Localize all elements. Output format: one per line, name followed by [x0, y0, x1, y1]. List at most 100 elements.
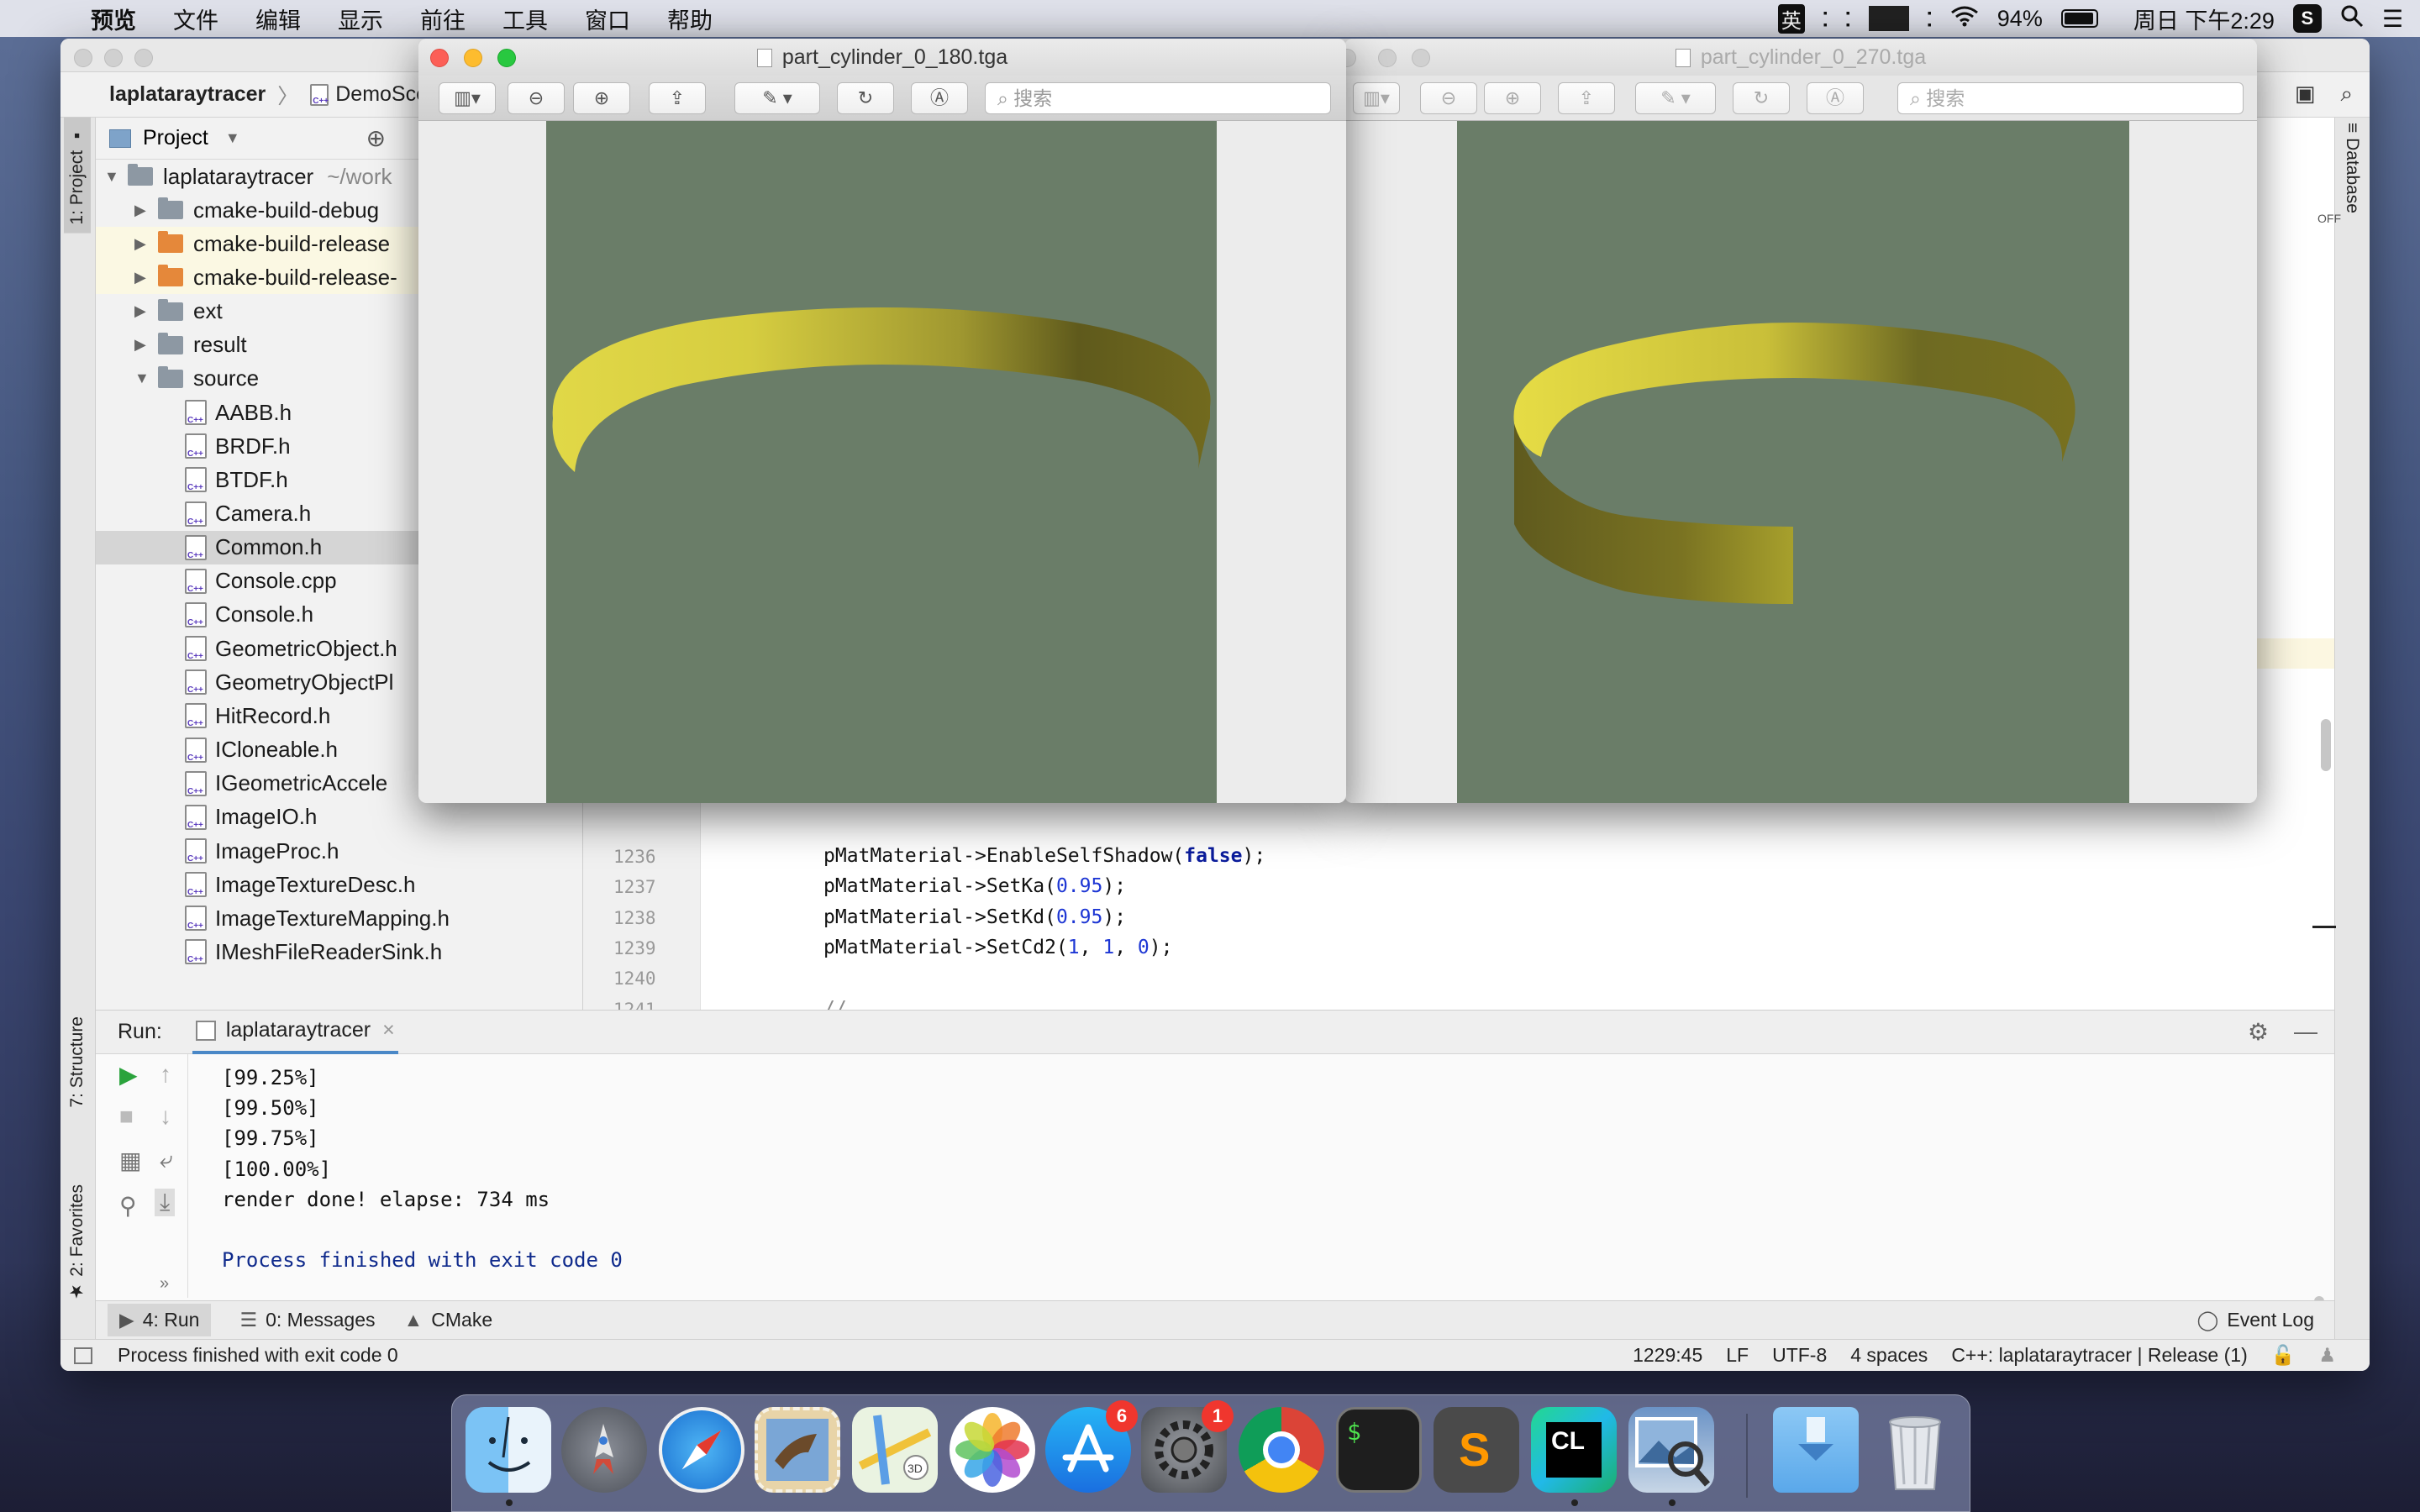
- code-line[interactable]: pMatMaterial->SetKd(0.95);: [823, 906, 1126, 928]
- menu-extra-black-icon[interactable]: [1868, 6, 1909, 31]
- share-icon[interactable]: ⇪: [1558, 82, 1615, 114]
- collapsed-arrow-icon[interactable]: ▶: [134, 302, 150, 320]
- menu-file[interactable]: 文件: [173, 3, 218, 35]
- pin-icon[interactable]: ⚲: [119, 1192, 137, 1220]
- launchpad-icon[interactable]: [561, 1407, 647, 1493]
- scroll-to-end-icon[interactable]: ⤓: [155, 1189, 176, 1216]
- hide-panel-icon[interactable]: —: [2294, 1018, 2317, 1046]
- rotate-icon[interactable]: ↻: [1733, 82, 1790, 114]
- tab-favorites[interactable]: ★ 2: Favorites: [67, 1184, 87, 1302]
- share-icon[interactable]: ⇪: [649, 82, 706, 114]
- collapsed-arrow-icon[interactable]: ▶: [134, 235, 150, 253]
- indent-setting[interactable]: 4 spaces: [1850, 1344, 1928, 1367]
- tree-item[interactable]: C++ ImageProc.h: [96, 834, 583, 868]
- tab-project[interactable]: 1: Project ▪: [64, 118, 91, 234]
- expanded-arrow-icon[interactable]: ▼: [104, 168, 119, 186]
- ide-minimize-button[interactable]: [104, 49, 123, 67]
- tab-structure[interactable]: 7: Structure: [67, 1016, 87, 1108]
- chrome-icon[interactable]: [1239, 1407, 1324, 1493]
- preview-180-minimize-button[interactable]: [464, 49, 482, 67]
- up-arrow-icon[interactable]: ↑: [160, 1061, 171, 1088]
- code-line[interactable]: pMatMaterial->SetKa(0.95);: [823, 875, 1126, 897]
- run-config-tab[interactable]: laplataraytracer ×: [192, 1011, 398, 1054]
- code-line[interactable]: pMatMaterial->EnableSelfShadow(false);: [823, 845, 1265, 867]
- zoom-in-icon[interactable]: ⊕: [1484, 82, 1541, 114]
- breadcrumb-file[interactable]: DemoSce: [335, 82, 428, 107]
- expanded-arrow-icon[interactable]: ▼: [134, 370, 150, 387]
- preview-180-search-field[interactable]: ⌕ 搜索: [985, 82, 1331, 114]
- zoom-out-icon[interactable]: ⊖: [1420, 82, 1477, 114]
- tree-item[interactable]: C++ ImageTextureDesc.h: [96, 868, 583, 901]
- ide-zoom-button[interactable]: [134, 49, 153, 67]
- sublime-menu-icon[interactable]: S: [2292, 4, 2322, 33]
- menu-edit[interactable]: 编辑: [255, 3, 301, 35]
- close-tab-icon[interactable]: ×: [382, 1018, 395, 1042]
- ide-close-button[interactable]: [74, 49, 92, 67]
- notification-center-icon[interactable]: ☰: [2382, 5, 2403, 33]
- menu-help[interactable]: 帮助: [667, 3, 713, 35]
- status-icon-a[interactable]: ▪ ▪: [1823, 7, 1828, 30]
- preview-270-minimize-button[interactable]: [1378, 49, 1397, 67]
- bottom-tab-cmake[interactable]: ▲ CMake: [404, 1309, 493, 1331]
- sublime-text-icon[interactable]: S: [1434, 1407, 1519, 1493]
- terminal-toggle-icon[interactable]: ▣: [2295, 81, 2316, 108]
- tree-item[interactable]: C++ IMeshFileReaderSink.h: [96, 935, 583, 969]
- stop-icon[interactable]: ■: [119, 1103, 134, 1130]
- rotate-icon[interactable]: ↻: [837, 82, 894, 114]
- preview-180-zoom-button[interactable]: [497, 49, 516, 67]
- tree-item[interactable]: C++ ImageTextureMapping.h: [96, 901, 583, 935]
- maps-icon[interactable]: 3D: [852, 1407, 938, 1493]
- collapsed-arrow-icon[interactable]: ▶: [134, 269, 150, 286]
- preview-180-close-button[interactable]: [430, 49, 449, 67]
- rerun-play-icon[interactable]: ▶: [119, 1061, 138, 1089]
- sidebar-toggle-icon[interactable]: ▥▾: [1353, 82, 1400, 114]
- project-panel-title[interactable]: Project: [143, 126, 208, 150]
- layout-icon[interactable]: ▦: [119, 1147, 141, 1174]
- clion-icon[interactable]: CL: [1531, 1407, 1617, 1493]
- tab-database[interactable]: ≡ Database: [2342, 123, 2362, 213]
- annotate-icon[interactable]: Ⓐ: [911, 82, 968, 114]
- chevron-down-icon[interactable]: ▼: [225, 129, 240, 147]
- finder-icon[interactable]: [466, 1407, 551, 1493]
- status-toggle-icon[interactable]: [74, 1347, 92, 1364]
- code-line[interactable]: pMatMaterial->SetCd2(1, 1, 0);: [823, 937, 1172, 958]
- event-log-button[interactable]: ◯ Event Log: [2197, 1309, 2314, 1331]
- trash-icon[interactable]: [1872, 1407, 1958, 1493]
- battery-icon[interactable]: [2060, 9, 2098, 28]
- inspector-icon[interactable]: ♟: [2318, 1344, 2336, 1367]
- photos-icon[interactable]: [950, 1407, 1035, 1493]
- soft-wrap-icon[interactable]: ⤶: [160, 1147, 173, 1174]
- annotate-icon[interactable]: Ⓐ: [1807, 82, 1864, 114]
- caret-position[interactable]: 1229:45: [1633, 1344, 1702, 1367]
- status-message[interactable]: Process finished with exit code 0: [118, 1344, 398, 1367]
- status-icon-c[interactable]: ▪ ▪: [1928, 7, 1932, 30]
- breadcrumb-project[interactable]: laplataraytracer: [109, 82, 266, 107]
- run-settings-gear-icon[interactable]: ⚙: [2248, 1018, 2269, 1046]
- input-method-indicator[interactable]: 英: [1777, 3, 1805, 34]
- resolve-context[interactable]: C++: laplataraytracer | Release (1): [1951, 1344, 2247, 1367]
- editor-vertical-scrollbar[interactable]: [2321, 719, 2331, 771]
- clock[interactable]: 周日 下午2:29: [2133, 3, 2275, 35]
- zoom-in-icon[interactable]: ⊕: [573, 82, 630, 114]
- error-stripe-marker[interactable]: [2312, 926, 2336, 928]
- menu-view[interactable]: 显示: [338, 3, 383, 35]
- markup-pen-icon[interactable]: ✎ ▾: [734, 82, 820, 114]
- menu-window[interactable]: 窗口: [585, 3, 630, 35]
- file-encoding[interactable]: UTF-8: [1772, 1344, 1827, 1367]
- sidebar-toggle-icon[interactable]: ▥▾: [439, 82, 496, 114]
- menu-go[interactable]: 前往: [420, 3, 466, 35]
- preview-270-search-field[interactable]: ⌕ 搜索: [1897, 82, 2244, 114]
- safari-icon[interactable]: [659, 1407, 744, 1493]
- search-everywhere-icon[interactable]: ⌕: [2340, 81, 2353, 108]
- line-separator[interactable]: LF: [1726, 1344, 1749, 1367]
- markup-pen-icon[interactable]: ✎ ▾: [1635, 82, 1716, 114]
- bottom-tab-messages[interactable]: ☰ 0: Messages: [239, 1309, 375, 1331]
- menu-app-preview[interactable]: 预览: [91, 3, 136, 35]
- more-tools-icon[interactable]: »: [160, 1274, 169, 1294]
- bottom-tab-run[interactable]: ▶ 4: Run: [108, 1304, 212, 1336]
- downloads-folder-icon[interactable]: [1773, 1407, 1859, 1493]
- preview-icon[interactable]: [1628, 1407, 1714, 1493]
- lock-icon[interactable]: 🔓: [2271, 1344, 2296, 1367]
- tree-item[interactable]: C++ ImageIO.h: [96, 801, 583, 834]
- zoom-out-icon[interactable]: ⊖: [508, 82, 565, 114]
